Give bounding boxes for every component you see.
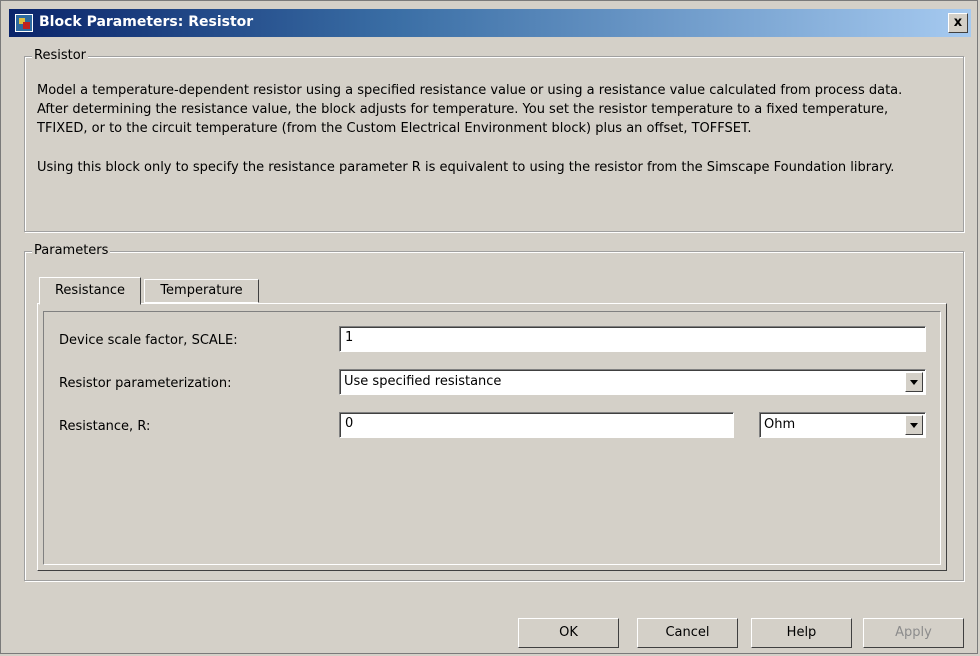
tab-temperature[interactable]: Temperature [144, 279, 259, 303]
dropdown-arrow-icon[interactable] [905, 415, 923, 435]
resistance-unit-select[interactable]: Ohm [759, 412, 926, 438]
scale-input[interactable]: 1 [339, 326, 926, 352]
help-button[interactable]: Help [751, 618, 852, 648]
tab-resistance[interactable]: Resistance [39, 277, 141, 305]
resistance-unit-value: Ohm [764, 417, 796, 432]
simulink-block-icon [15, 14, 33, 32]
dropdown-arrow-icon[interactable] [905, 372, 923, 392]
window-title: Block Parameters: Resistor [39, 14, 254, 30]
resistance-input[interactable]: 0 [339, 412, 734, 438]
cancel-button[interactable]: Cancel [637, 618, 738, 648]
description-line-3: TFIXED, or to the circuit temperature (f… [37, 121, 752, 136]
title-bar[interactable]: Block Parameters: Resistor x [9, 9, 971, 37]
description-line-4: Using this block only to specify the res… [37, 160, 895, 175]
resistor-group-label: Resistor [32, 48, 88, 63]
close-button[interactable]: x [948, 13, 968, 33]
dialog-window: Block Parameters: Resistor x Resistor Mo… [0, 0, 978, 654]
parameterization-select[interactable]: Use specified resistance [339, 369, 926, 395]
description-line-1: Model a temperature-dependent resistor u… [37, 83, 903, 98]
parameterization-value: Use specified resistance [344, 374, 502, 389]
parameters-group-label: Parameters [32, 243, 111, 258]
parameterization-label: Resistor parameterization: [59, 376, 232, 391]
scale-label: Device scale factor, SCALE: [59, 333, 238, 348]
apply-button[interactable]: Apply [863, 618, 964, 648]
resistance-label: Resistance, R: [59, 419, 151, 434]
ok-button[interactable]: OK [518, 618, 619, 648]
description-line-2: After determining the resistance value, … [37, 102, 889, 117]
